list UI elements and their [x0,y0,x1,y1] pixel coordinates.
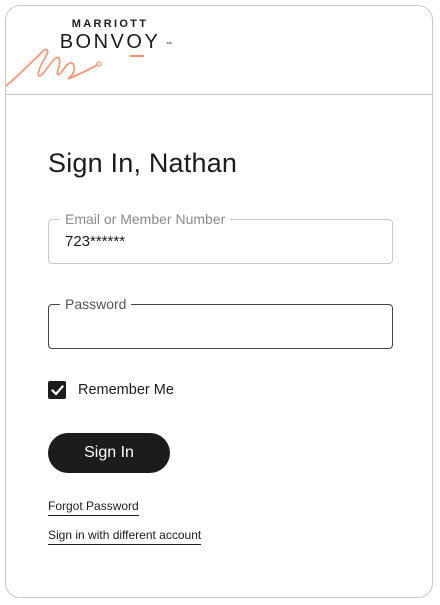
email-input[interactable] [65,233,380,250]
logo-marriott-text: MARRIOTT [71,18,149,30]
logo-trademark: ™ [166,42,172,48]
sign-in-card: MARRIOTT BONVOY ™ Sign In, Nathan Email o… [5,5,433,598]
different-account-link[interactable]: Sign in with different account [48,528,202,545]
header: MARRIOTT BONVOY ™ [6,6,432,95]
email-field-label: Email or Member Number [60,211,231,227]
email-field[interactable]: Email or Member Number [48,211,393,264]
check-icon [50,384,64,396]
remember-me-label: Remember Me [78,382,174,398]
logo-bonvoy-text: BONVOY [59,31,161,53]
page-title: Sign In, Nathan [48,148,238,178]
password-input[interactable] [65,318,380,335]
sign-in-button[interactable]: Sign In [48,433,170,473]
marriott-bonvoy-logo: MARRIOTT BONVOY ™ [54,18,172,57]
remember-me-checkbox[interactable] [48,381,66,399]
forgot-password-link[interactable]: Forgot Password [48,499,139,516]
password-field-label: Password [60,296,132,312]
remember-me-option[interactable]: Remember Me [48,380,174,400]
password-field[interactable]: Password [48,296,393,349]
logo-accent-bar [130,55,144,57]
